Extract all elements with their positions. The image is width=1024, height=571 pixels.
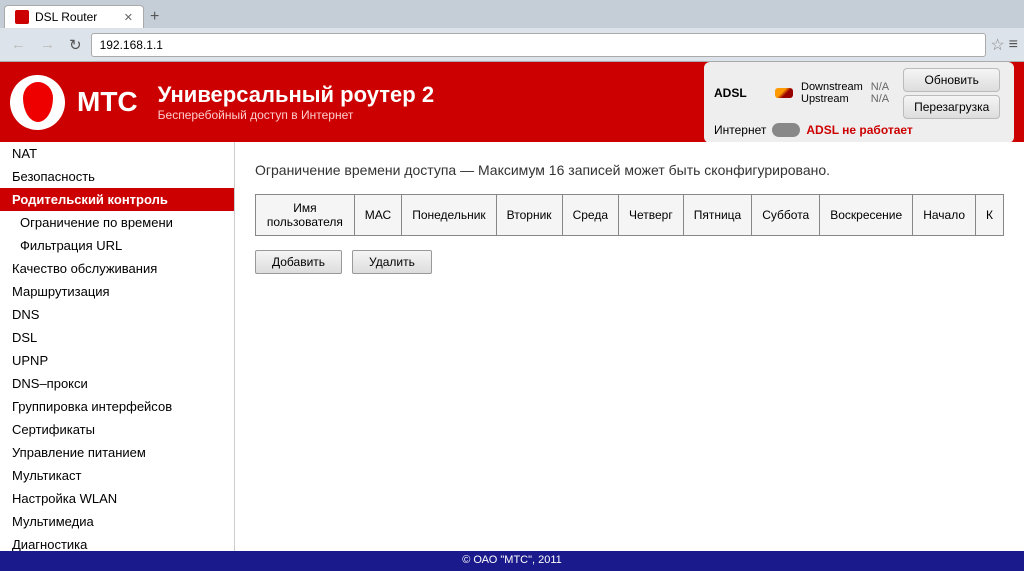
reboot-button[interactable]: Перезагрузка xyxy=(903,95,1000,119)
browser-chrome: DSL Router ✕ + ← → ↻ ☆ ≡ xyxy=(0,0,1024,62)
sidebar-item-multicast[interactable]: Мультикаст xyxy=(0,464,234,487)
footer: © ОАО "МТС", 2011 xyxy=(0,551,1024,571)
sidebar-item-qos[interactable]: Качество обслуживания xyxy=(0,257,234,280)
body-area: NAT Безопасность Родительский контроль О… xyxy=(0,142,1024,551)
internet-status-row: Интернет ADSL не работает xyxy=(714,123,1004,137)
menu-icon[interactable]: ≡ xyxy=(1009,36,1018,54)
adsl-label: ADSL xyxy=(714,86,769,100)
col-friday: Пятница xyxy=(683,195,752,236)
new-tab-button[interactable]: + xyxy=(144,6,165,28)
tab-favicon xyxy=(15,10,29,24)
router-title: Универсальный роутер 2 xyxy=(158,82,704,108)
tab-title: DSL Router xyxy=(35,10,97,24)
sidebar-item-certificates[interactable]: Сертификаты xyxy=(0,418,234,441)
page-title: Ограничение времени доступа — Максимум 1… xyxy=(255,162,1004,178)
col-thursday: Четверг xyxy=(619,195,684,236)
refresh-button[interactable]: Обновить xyxy=(903,68,1000,92)
bookmark-icon[interactable]: ☆ xyxy=(990,35,1004,55)
browser-tab[interactable]: DSL Router ✕ xyxy=(4,5,144,28)
sidebar-item-parental[interactable]: Родительский контроль xyxy=(0,188,234,211)
action-buttons: Обновить Перезагрузка xyxy=(903,68,1000,119)
tab-close-button[interactable]: ✕ xyxy=(124,11,133,24)
col-wednesday: Среда xyxy=(562,195,618,236)
col-saturday: Суббота xyxy=(752,195,820,236)
sidebar-item-diagnostics[interactable]: Диагностика xyxy=(0,533,234,551)
brand-name: МТС xyxy=(77,86,138,118)
sidebar-item-security[interactable]: Безопасность xyxy=(0,165,234,188)
upstream-value: N/A xyxy=(871,93,889,105)
add-button[interactable]: Добавить xyxy=(255,250,342,274)
col-mac: МАС xyxy=(354,195,401,236)
sidebar-item-time-limit[interactable]: Ограничение по времени xyxy=(0,211,234,234)
access-time-table: Имя пользователя МАС Понедельник Вторник… xyxy=(255,194,1004,236)
sidebar-item-nat[interactable]: NAT xyxy=(0,142,234,165)
adsl-not-work-status: ADSL не работает xyxy=(806,123,912,137)
reload-button[interactable]: ↻ xyxy=(64,34,87,56)
downstream-label: Downstream xyxy=(801,81,863,93)
col-start: Начало xyxy=(913,195,976,236)
upstream-label: Upstream xyxy=(801,93,863,105)
internet-toggle-icon[interactable] xyxy=(772,123,800,137)
col-end: К xyxy=(976,195,1004,236)
downstream-value: N/A xyxy=(871,81,889,93)
col-monday: Понедельник xyxy=(402,195,496,236)
back-button[interactable]: ← xyxy=(6,34,31,55)
col-tuesday: Вторник xyxy=(496,195,562,236)
sidebar-item-url-filter[interactable]: Фильтрация URL xyxy=(0,234,234,257)
footer-text: © ОАО "МТС", 2011 xyxy=(462,554,562,566)
logo-circle xyxy=(10,75,65,130)
adsl-indicator-icon xyxy=(775,88,793,98)
sidebar-item-dns[interactable]: DNS xyxy=(0,303,234,326)
button-row: Добавить Удалить xyxy=(255,250,1004,274)
col-sunday: Воскресение xyxy=(820,195,913,236)
adsl-status-row: ADSL Downstream Upstream N/A N/A Обновит… xyxy=(714,68,1004,119)
sidebar-item-power-management[interactable]: Управление питанием xyxy=(0,441,234,464)
forward-button[interactable]: → xyxy=(35,34,60,55)
logo-egg-icon xyxy=(23,82,53,122)
delete-button[interactable]: Удалить xyxy=(352,250,432,274)
sidebar-item-multimedia[interactable]: Мультимедиа xyxy=(0,510,234,533)
internet-label: Интернет xyxy=(714,123,766,137)
router-ui: МТС Универсальный роутер 2 Бесперебойный… xyxy=(0,62,1024,571)
down-up-labels: Downstream Upstream xyxy=(801,81,863,105)
header-status: ADSL Downstream Upstream N/A N/A Обновит… xyxy=(704,62,1014,143)
table-header-row: Имя пользователя МАС Понедельник Вторник… xyxy=(256,195,1004,236)
main-content: Ограничение времени доступа — Максимум 1… xyxy=(235,142,1024,551)
header: МТС Универсальный роутер 2 Бесперебойный… xyxy=(0,62,1024,142)
router-subtitle: Бесперебойный доступ в Интернет xyxy=(158,108,704,122)
address-bar[interactable] xyxy=(91,33,987,57)
down-up-values: N/A N/A xyxy=(871,81,889,105)
col-username: Имя пользователя xyxy=(256,195,355,236)
sidebar-item-wlan[interactable]: Настройка WLAN xyxy=(0,487,234,510)
sidebar-item-dsl[interactable]: DSL xyxy=(0,326,234,349)
header-title: Универсальный роутер 2 Бесперебойный дос… xyxy=(158,82,704,122)
tab-bar: DSL Router ✕ + xyxy=(0,0,1024,28)
nav-bar: ← → ↻ ☆ ≡ xyxy=(0,28,1024,62)
sidebar-item-dns-proxy[interactable]: DNS–прокси xyxy=(0,372,234,395)
sidebar-item-routing[interactable]: Маршрутизация xyxy=(0,280,234,303)
sidebar-item-interface-grouping[interactable]: Группировка интерфейсов xyxy=(0,395,234,418)
sidebar: NAT Безопасность Родительский контроль О… xyxy=(0,142,235,551)
sidebar-item-upnp[interactable]: UPNP xyxy=(0,349,234,372)
